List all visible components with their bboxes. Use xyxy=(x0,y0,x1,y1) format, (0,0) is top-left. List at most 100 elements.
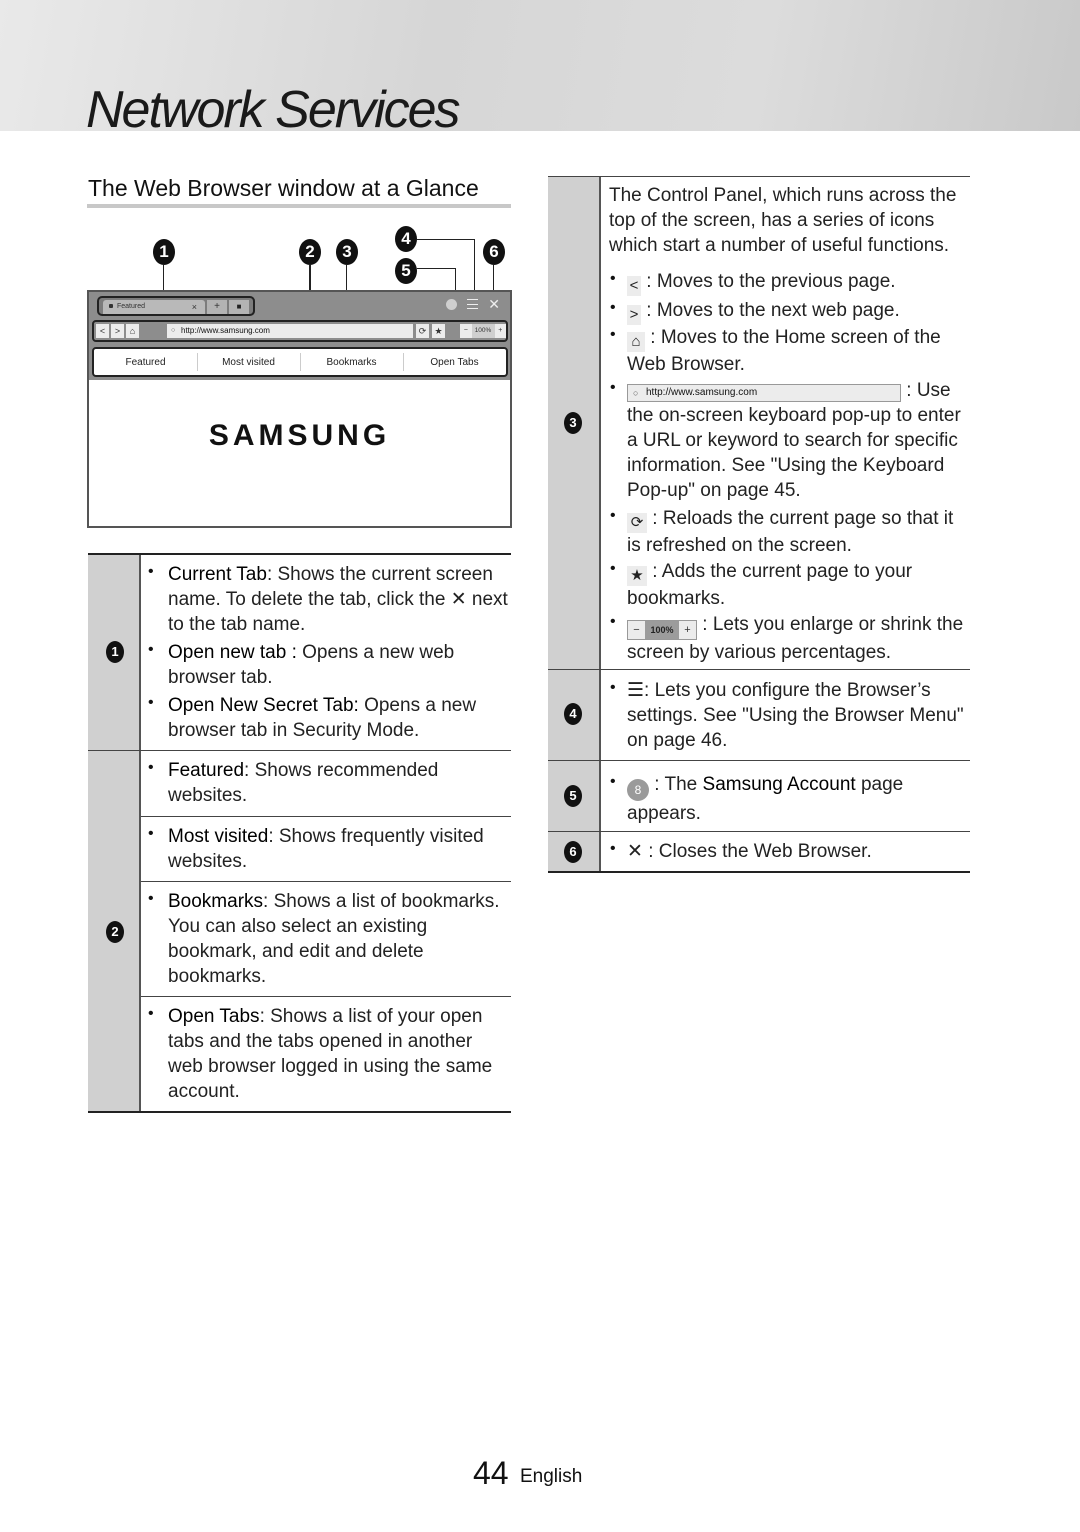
control-panel-intro: The Control Panel, which runs across the… xyxy=(609,185,957,256)
tab-lock-icon xyxy=(109,304,113,308)
bullet: • xyxy=(148,641,154,658)
tab-close-icon[interactable]: × xyxy=(192,300,197,314)
back-button[interactable]: < xyxy=(96,324,109,338)
search-icon: ○ xyxy=(171,327,176,334)
callout-1: 1 xyxy=(153,239,175,265)
nav-tab-open-tabs[interactable]: Open Tabs xyxy=(403,352,506,371)
zoom-out-button[interactable]: − xyxy=(460,324,472,338)
callout-6: 6 xyxy=(483,239,505,265)
row-number-2: 2 xyxy=(106,921,124,943)
row-number-4: 4 xyxy=(564,703,582,725)
right-table-row-divider xyxy=(548,669,970,670)
top-right-controls: ✕ xyxy=(446,296,500,312)
url-bar-description: ○ http://www.samsung.com : Use the on-scr… xyxy=(627,380,961,501)
zoom-in-button[interactable]: + xyxy=(495,324,507,338)
tab-strip: Featured × + ■ xyxy=(97,296,255,316)
nav-tab-most-visited[interactable]: Most visited xyxy=(197,352,300,371)
bookmark-button[interactable]: ★ xyxy=(432,324,445,338)
close-browser-icon[interactable]: ✕ xyxy=(488,297,500,311)
reload-button[interactable]: ⟳ xyxy=(416,324,429,338)
section-rule xyxy=(87,204,511,208)
page-language: English xyxy=(520,1466,583,1487)
callout-4: 4 xyxy=(395,226,417,252)
bullet: • xyxy=(148,1005,154,1022)
minus-icon: − xyxy=(633,624,640,636)
bullet: • xyxy=(610,560,616,577)
current-tab-label: Featured xyxy=(117,303,146,310)
zoom-description: −100% + : Lets you enlarge or shrink the … xyxy=(627,614,964,663)
current-tab-description: Current Tab: Shows the current screen na… xyxy=(168,564,508,635)
row-number-1: 1 xyxy=(106,641,124,663)
bullet: • xyxy=(148,759,154,776)
browser-window-diagram: Featured × + ■ ✕ < > ⌂ ○ http://www.sams… xyxy=(87,290,512,528)
zoom-value: 100% xyxy=(471,324,495,338)
callout-3: 3 xyxy=(336,239,358,265)
page-number: 44 xyxy=(473,1455,509,1491)
bullet: • xyxy=(148,694,154,711)
forward-icon: > xyxy=(627,305,641,325)
bullet: • xyxy=(610,326,616,343)
left-table-bottom-rule xyxy=(88,1111,511,1113)
url-input[interactable]: ○ http://www.samsung.com xyxy=(167,324,413,338)
bullet: • xyxy=(610,299,616,316)
reload-icon: ⟳ xyxy=(627,513,647,533)
chapter-title: Network Services xyxy=(86,81,461,139)
close-icon: ✕ xyxy=(627,841,643,862)
bullet: • xyxy=(610,613,616,630)
right-table-row-divider xyxy=(548,831,970,832)
open-tabs-description: Open Tabs: Shows a list of your open tab… xyxy=(168,1006,493,1102)
right-table-number-column xyxy=(548,177,601,872)
callout-5-leader-h xyxy=(417,268,456,269)
star-icon: ★ xyxy=(627,566,647,586)
bullet: • xyxy=(610,773,616,790)
new-tab-button[interactable]: + xyxy=(207,300,227,314)
samsung-account-icon[interactable] xyxy=(446,298,458,310)
section-title: The Web Browser window at a Glance xyxy=(88,175,479,201)
most-visited-description: Most visited: Shows frequently visited w… xyxy=(168,826,484,872)
callout-4-leader-h xyxy=(417,239,475,240)
menu-icon[interactable] xyxy=(467,299,479,309)
bullet: • xyxy=(610,840,616,857)
callout-5: 5 xyxy=(395,258,417,284)
zoom-control: − 100% + xyxy=(460,324,506,338)
bullet: • xyxy=(610,270,616,287)
row-number-5: 5 xyxy=(564,785,582,807)
home-button[interactable]: ⌂ xyxy=(126,324,139,338)
home-nav-tabs: Featured Most visited Bookmarks Open Tab… xyxy=(92,347,508,377)
current-tab[interactable]: Featured × xyxy=(103,300,205,314)
nav-tab-featured[interactable]: Featured xyxy=(94,357,197,368)
open-secret-tab-description: Open New Secret Tab: Opens a new browser… xyxy=(168,695,477,741)
close-description: ✕ : Closes the Web Browser. xyxy=(627,841,872,862)
bookmark-description: ★ : Adds the current page to your bookma… xyxy=(627,561,913,609)
callout-4-leader-v xyxy=(474,239,475,295)
forward-button[interactable]: > xyxy=(111,324,124,338)
control-panel: < > ⌂ ○ http://www.samsung.com ⟳ ★ − 100… xyxy=(92,320,508,342)
lock-icon: ■ xyxy=(236,302,242,311)
row-number-3: 3 xyxy=(564,412,582,434)
url-text: http://www.samsung.com xyxy=(181,326,270,335)
bullet: • xyxy=(610,679,616,696)
zoom-control-icon: −100% + xyxy=(627,620,697,640)
featured-description: Featured: Shows recommended websites. xyxy=(168,760,439,806)
home-icon: ⌂ xyxy=(627,332,645,352)
reload-description: ⟳ : Reloads the current page so that it … xyxy=(627,508,954,556)
bookmarks-description: Bookmarks: Shows a list of bookmarks. Yo… xyxy=(168,891,500,987)
bullet: • xyxy=(148,563,154,580)
left-table-subrow-divider xyxy=(141,996,511,997)
secret-tab-button[interactable]: ■ xyxy=(229,300,249,314)
forward-description: > : Moves to the next web page. xyxy=(627,298,967,325)
menu-description: ☰: Lets you configure the Browser’s sett… xyxy=(627,680,964,751)
search-icon: ○ xyxy=(633,388,639,398)
menu-icon: ☰ xyxy=(627,680,645,701)
bullet: • xyxy=(148,890,154,907)
left-table-subrow-divider xyxy=(141,816,511,817)
left-table-top-rule xyxy=(88,553,511,555)
bullet: • xyxy=(610,507,616,524)
left-table-subrow-divider xyxy=(141,881,511,882)
bullet: • xyxy=(148,825,154,842)
bullet: • xyxy=(610,379,616,396)
open-new-tab-description: Open new tab : Opens a new web browser t… xyxy=(168,642,455,688)
row-number-6: 6 xyxy=(564,841,582,863)
nav-tab-bookmarks[interactable]: Bookmarks xyxy=(300,352,403,371)
plus-icon: + xyxy=(684,624,691,636)
